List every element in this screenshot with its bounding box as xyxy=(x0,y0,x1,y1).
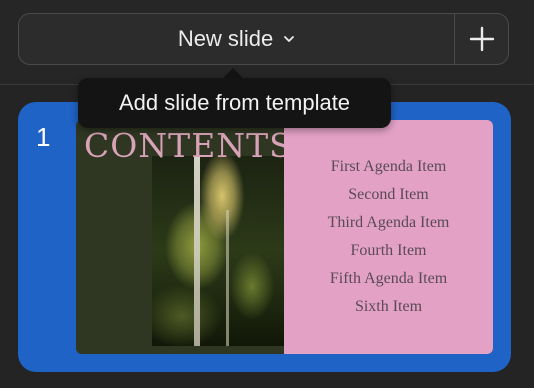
new-slide-button[interactable]: New slide xyxy=(19,14,454,64)
slide-photo-trunk xyxy=(194,156,200,346)
plus-icon xyxy=(469,26,494,52)
agenda-item: First Agenda Item xyxy=(330,158,447,175)
slide-preview[interactable]: CONTENTS First Agenda Item Second Item T… xyxy=(76,120,493,354)
new-slide-control: New slide xyxy=(18,13,509,65)
agenda-item: Fifth Agenda Item xyxy=(329,270,448,287)
agenda-item: Third Agenda Item xyxy=(327,214,450,231)
tooltip: Add slide from template xyxy=(78,78,391,128)
agenda-item: Fourth Item xyxy=(350,242,427,259)
slide-photo-trunk xyxy=(226,210,229,346)
slide-title: CONTENTS xyxy=(84,126,293,165)
slide-photo xyxy=(152,156,284,346)
new-slide-label: New slide xyxy=(177,26,274,51)
agenda-item: Second Item xyxy=(348,186,429,203)
chevron-down-icon xyxy=(284,36,295,42)
slide-right-panel: First Agenda Item Second Item Third Agen… xyxy=(284,120,493,354)
slides-toolbar: New slide xyxy=(0,0,534,84)
slide-number: 1 xyxy=(36,122,51,152)
agenda-item: Sixth Item xyxy=(354,298,423,315)
add-slide-button[interactable] xyxy=(454,14,508,64)
